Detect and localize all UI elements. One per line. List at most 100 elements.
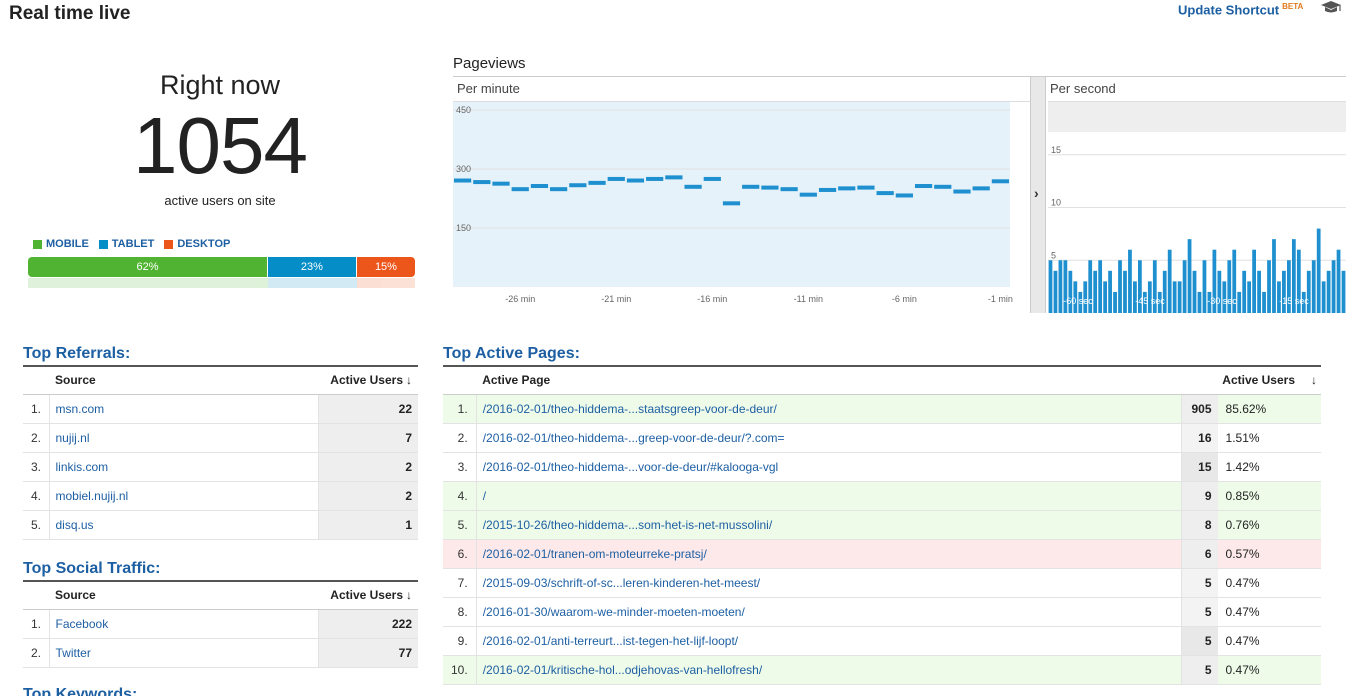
x-tick-label: -60 sec	[1063, 296, 1093, 306]
table-row: 2. Twitter 77	[23, 638, 418, 668]
segment-label: 62%	[136, 261, 159, 273]
source-link[interactable]: mobiel.nujij.nl	[49, 481, 318, 511]
table-row: 1. Facebook 222	[23, 609, 418, 639]
pageview-bar	[914, 184, 933, 189]
per-second-bar	[1252, 249, 1256, 313]
row-index: 1.	[23, 394, 50, 424]
page-link[interactable]: /2015-09-03/schrift-of-sc...leren-kinder…	[476, 568, 1181, 598]
source-link[interactable]: Facebook	[49, 609, 318, 639]
pageview-bar	[722, 201, 741, 206]
device-bar-reflection	[28, 278, 415, 288]
active-users-value: 8	[1180, 510, 1218, 540]
active-users-value: 5	[1180, 568, 1218, 598]
x-tick-label: -11 min	[794, 294, 823, 304]
row-index: 8.	[443, 597, 477, 627]
pageview-bar	[838, 186, 856, 191]
top-keywords-title: Top Keywords:	[23, 686, 138, 696]
per-second-bar	[1326, 270, 1331, 313]
page-link[interactable]: /2015-10-26/theo-hiddema-...som-het-is-n…	[476, 510, 1181, 540]
right-now-label: Right now	[159, 70, 281, 100]
shortcut-label[interactable]: Update Shortcut	[1178, 2, 1279, 17]
source-link[interactable]: nujij.nl	[49, 423, 318, 453]
per-second-bar	[1068, 270, 1073, 313]
top-social-title: Top Social Traffic:	[23, 560, 161, 577]
pageview-bar	[953, 189, 971, 194]
segment-label: 15%	[374, 261, 397, 273]
pageview-bar	[473, 180, 491, 185]
row-index: 2.	[23, 638, 50, 668]
legend-desktop: DESKTOP	[164, 238, 230, 250]
page-link[interactable]: /	[476, 481, 1181, 511]
per-second-bar	[1247, 281, 1252, 313]
per-second-bar	[1118, 260, 1122, 313]
per-second-bar	[1217, 270, 1222, 313]
table-row: 6./2016-02-01/tranen-om-moteurreke-prats…	[443, 539, 1321, 569]
per-second-bar	[1267, 260, 1271, 313]
chevron-right-icon[interactable]: ›	[1034, 185, 1039, 201]
source-link[interactable]: disq.us	[49, 510, 318, 540]
active-users-percent: 0.57%	[1217, 539, 1321, 569]
legend-swatch	[33, 239, 42, 249]
page-link[interactable]: /2016-02-01/theo-hiddema-...staatsgreep-…	[476, 394, 1181, 424]
legend-label: DESKTOP	[177, 238, 231, 250]
pageview-bar	[607, 176, 625, 181]
table-row: 3. linkis.com 2	[23, 452, 418, 482]
sort-arrow-icon[interactable]: ↓	[406, 588, 412, 602]
col-active-users[interactable]: Active Users ↓	[318, 581, 418, 610]
active-users-subtitle: active users on site	[164, 193, 276, 208]
col-active-page: Active Page	[476, 366, 1181, 395]
active-users-value: 15	[1180, 452, 1218, 482]
pageview-bar	[530, 184, 549, 189]
device-share-segment: 62%	[28, 257, 268, 277]
source-link[interactable]: msn.com	[49, 394, 318, 424]
graduation-cap-icon[interactable]	[1320, 0, 1342, 16]
x-tick-label: -1 min	[988, 294, 1013, 304]
x-tick-label: -21 min	[601, 294, 631, 304]
row-index: 7.	[443, 568, 477, 598]
per-second-bar	[1316, 228, 1321, 313]
page-link[interactable]: /2016-02-01/theo-hiddema-...greep-voor-d…	[476, 423, 1181, 453]
active-users-value: 9	[1180, 481, 1218, 511]
per-second-bar	[1103, 281, 1107, 313]
pageview-bar	[454, 178, 472, 183]
col-active-users[interactable]: Active Users ↓	[318, 366, 418, 395]
x-tick-label: -45 sec	[1135, 296, 1165, 306]
source-link[interactable]: Twitter	[49, 638, 318, 668]
sort-arrow-icon[interactable]: ↓	[406, 373, 412, 387]
source-link[interactable]: linkis.com	[49, 452, 318, 482]
pageview-bar	[742, 184, 760, 189]
sort-arrow-icon[interactable]: ↓	[1311, 373, 1317, 387]
per-second-bar	[1123, 270, 1127, 313]
col-active-users[interactable]: Active Users ↓	[1181, 366, 1321, 395]
page-link[interactable]: /2016-02-01/anti-terreurt...ist-tegen-he…	[476, 626, 1181, 656]
table-row: 1. msn.com 22	[23, 394, 418, 424]
legend-label: TABLET	[111, 238, 155, 250]
table-row: 5. disq.us 1	[23, 510, 418, 540]
active-users-value: 6	[1180, 539, 1218, 569]
pageview-bar	[588, 180, 606, 185]
page-link[interactable]: /2016-02-01/tranen-om-moteurreke-pratsj/	[476, 539, 1181, 569]
per-second-bar	[1128, 249, 1132, 313]
per-second-bar	[1058, 260, 1063, 313]
row-index: 4.	[443, 481, 477, 511]
top-pages-table: Active Page Active Users ↓ 1./2016-02-01/…	[443, 365, 1321, 685]
active-users-value: 1	[317, 510, 418, 540]
y-tick-label: 300	[456, 164, 471, 174]
row-index: 6.	[443, 539, 477, 569]
per-second-bar	[1192, 270, 1197, 313]
active-users-percent: 0.47%	[1217, 655, 1321, 685]
row-index: 9.	[443, 626, 477, 656]
per-second-bar	[1053, 270, 1058, 313]
page-link[interactable]: /2016-02-01/theo-hiddema-...voor-de-deur…	[476, 452, 1181, 482]
active-users-percent: 0.47%	[1217, 597, 1321, 627]
page-link[interactable]: /2016-02-01/kritische-hol...odjehovas-va…	[476, 655, 1181, 685]
chart-expand-toggle[interactable]: ›	[1030, 77, 1046, 313]
pageview-bar	[991, 179, 1009, 184]
page-link[interactable]: /2016-01-30/waarom-we-minder-moeten-moet…	[476, 597, 1181, 627]
row-index: 1.	[443, 394, 477, 424]
per-second-bar	[1202, 260, 1207, 313]
top-social-table: Source Active Users ↓ 1. Facebook 222 2. Twit…	[23, 580, 418, 668]
x-tick-label: -30 sec	[1207, 296, 1237, 306]
update-shortcut-link[interactable]: Update Shortcut BETA	[1178, 2, 1303, 17]
legend-swatch	[98, 239, 108, 249]
